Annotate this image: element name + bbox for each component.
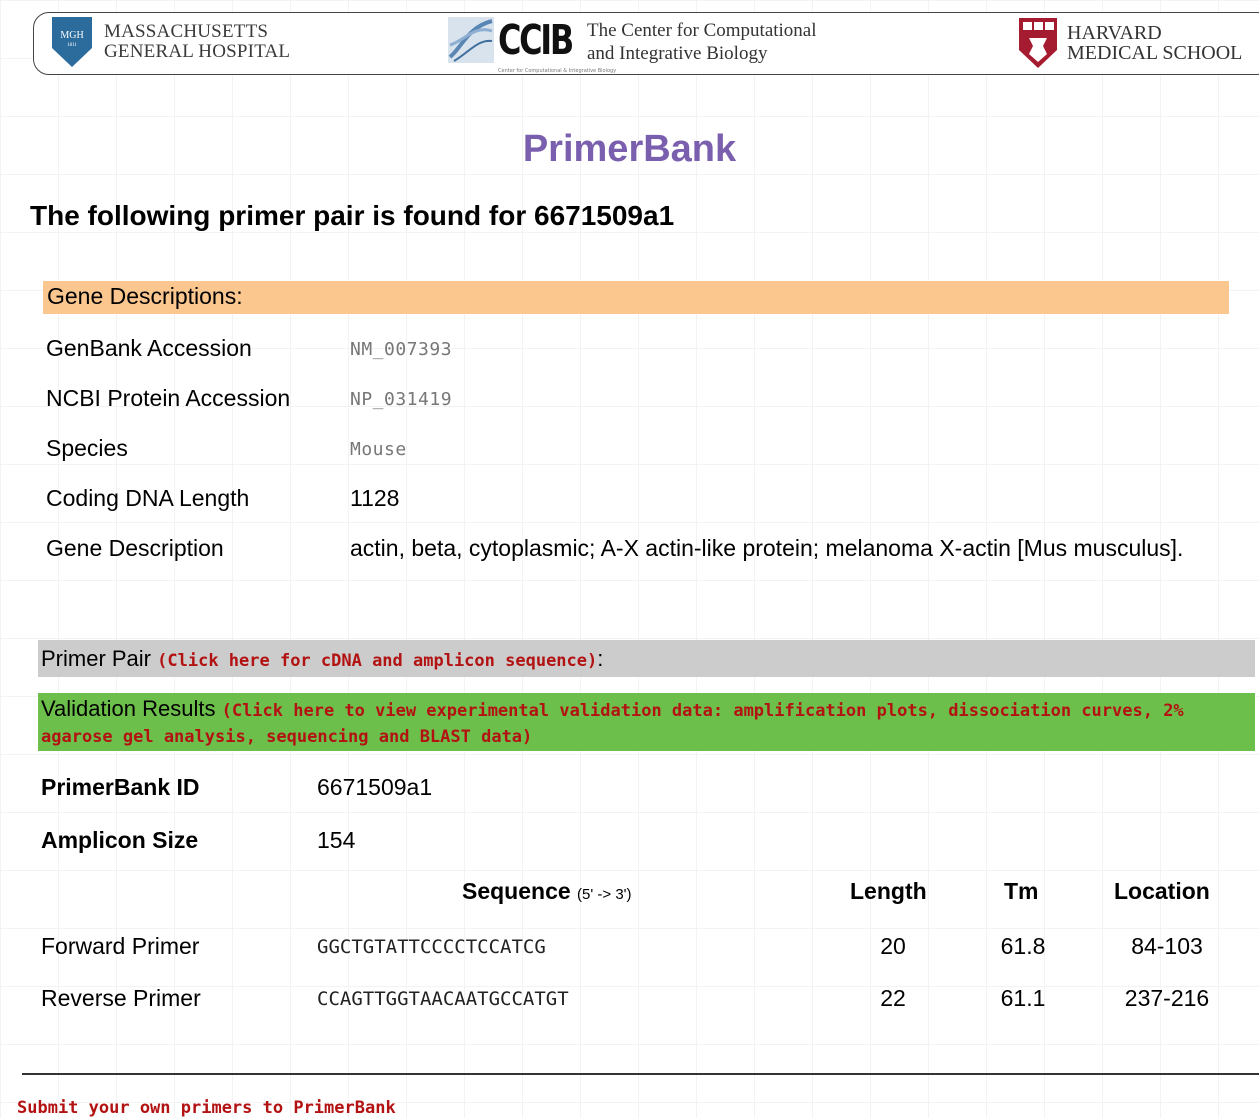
- hms-logo[interactable]: HARVARD MEDICAL SCHOOL: [1019, 18, 1242, 68]
- gene-row-label: NCBI Protein Accession: [46, 385, 291, 411]
- genbank-accession-link[interactable]: NM_007393: [350, 339, 452, 360]
- dna-helix-icon: [448, 17, 494, 63]
- validation-label: Validation Results: [41, 696, 216, 721]
- gene-row-label: GenBank Accession: [46, 335, 252, 361]
- ccib-tagline: Center for Computational & Integrative B…: [498, 68, 617, 74]
- hms-name-line1: HARVARD: [1067, 22, 1162, 44]
- ccib-name-line2: and Integrative Biology: [587, 43, 768, 64]
- mgh-name-line1: MASSACHUSETTS: [104, 21, 269, 42]
- primer-sequence: GGCTGTATTCCCCTCCATCG: [317, 936, 546, 958]
- primer-name: Forward Primer: [41, 933, 200, 959]
- primer-pair-header: Primer Pair (Click here for cDNA and amp…: [38, 640, 1255, 677]
- cdna-amplicon-link[interactable]: (Click here for cDNA and amplicon sequen…: [157, 651, 597, 671]
- mgh-shield-icon: MGH 1811: [52, 17, 92, 67]
- sequence-direction-text: (5' -> 3'): [577, 886, 632, 903]
- primerbank-id-value: 6671509a1: [317, 774, 433, 800]
- amplicon-size-value: 154: [317, 827, 356, 853]
- coding-length-value: 1128: [350, 485, 400, 511]
- ccib-name: The Center for Computational and Integra…: [587, 19, 817, 65]
- sequence-header-text: Sequence: [462, 878, 571, 904]
- institution-header: MGH 1811 MASSACHUSETTS GENERAL HOSPITAL …: [33, 12, 1259, 75]
- gene-descriptions-header: Gene Descriptions:: [43, 281, 1229, 314]
- primer-pair-colon: :: [597, 646, 604, 671]
- ccib-name-line1: The Center for Computational: [587, 20, 817, 41]
- primerbank-id-label: PrimerBank ID: [41, 774, 200, 800]
- harvard-shield-icon: [1019, 18, 1057, 68]
- mgh-name: MASSACHUSETTS GENERAL HOSPITAL: [104, 22, 290, 62]
- validation-results-header: Validation Results (Click here to view e…: [38, 693, 1255, 751]
- primer-sequence: CCAGTTGGTAACAATGCCATGT: [317, 988, 569, 1010]
- primer-pair-label: Primer Pair: [41, 646, 152, 671]
- page-title: PrimerBank: [522, 128, 737, 170]
- primer-length: 22: [880, 985, 906, 1011]
- sequence-column-header: Sequence (5' -> 3'): [462, 878, 632, 905]
- hms-name-line2: MEDICAL SCHOOL: [1067, 42, 1243, 64]
- primer-location: 237-216: [1124, 985, 1210, 1011]
- mgh-shield-text: MGH: [60, 30, 84, 41]
- ccib-mark: CCIB: [498, 16, 574, 64]
- primer-name: Reverse Primer: [41, 985, 201, 1011]
- amplicon-size-label: Amplicon Size: [41, 827, 199, 853]
- mgh-logo[interactable]: MGH 1811 MASSACHUSETTS GENERAL HOSPITAL: [52, 17, 290, 67]
- gene-row-label: Coding DNA Length: [46, 485, 250, 511]
- submit-primers-link[interactable]: Submit your own primers to PrimerBank: [17, 1098, 396, 1118]
- ccib-logo[interactable]: CCIB Center for Computational & Integrat…: [448, 16, 616, 74]
- protein-accession-link[interactable]: NP_031419: [350, 389, 452, 410]
- hms-name: HARVARD MEDICAL SCHOOL: [1067, 23, 1242, 63]
- gene-row-label: Species: [46, 435, 128, 461]
- species-value: Mouse: [350, 439, 407, 460]
- location-column-header: Location: [1114, 878, 1210, 904]
- primer-location: 84-103: [1131, 933, 1203, 959]
- primer-tm: 61.8: [1000, 933, 1046, 959]
- length-column-header: Length: [850, 878, 927, 904]
- mgh-name-line2: GENERAL HOSPITAL: [104, 41, 291, 62]
- mgh-shield-year: 1811: [67, 43, 77, 48]
- primer-length: 20: [880, 933, 906, 959]
- divider: [22, 1073, 1259, 1075]
- gene-description-value: actin, beta, cytoplasmic; A-X actin-like…: [350, 535, 1184, 561]
- gene-row-label: Gene Description: [46, 535, 224, 561]
- tm-column-header: Tm: [1004, 878, 1039, 904]
- result-heading: The following primer pair is found for 6…: [30, 200, 675, 231]
- primer-tm: 61.1: [1000, 985, 1046, 1011]
